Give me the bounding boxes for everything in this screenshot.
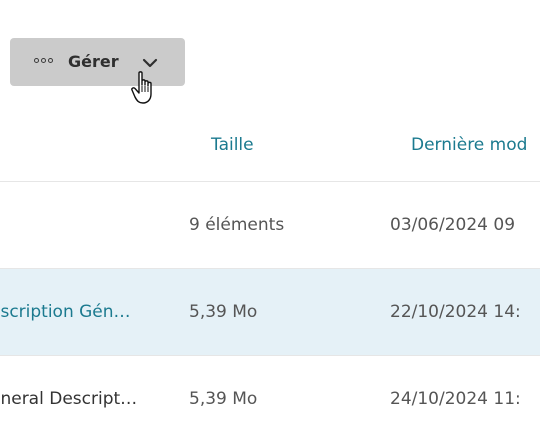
row-size: 5,39 Mo [189, 302, 258, 322]
column-header-modified[interactable]: Dernière mod [411, 133, 527, 157]
manage-button-label: Gérer [68, 52, 119, 71]
table-row[interactable]: eneral Descript… 5,39 Mo 24/10/2024 11: [0, 356, 540, 436]
row-size: 5,39 Mo [189, 389, 258, 409]
table-row[interactable]: 9 éléments 03/06/2024 09 [0, 182, 540, 268]
table-row-selected[interactable]: escription Gén… 5,39 Mo 22/10/2024 14: [0, 269, 540, 355]
more-dots-icon [34, 58, 53, 63]
file-list-view: Gérer Taille Dernière mod 9 éléments 03/… [0, 0, 540, 436]
row-modified: 24/10/2024 11: [390, 389, 521, 409]
row-modified: 22/10/2024 14: [390, 302, 521, 322]
row-name[interactable]: eneral Descript… [0, 387, 155, 411]
row-size: 9 éléments [189, 215, 285, 235]
hand-cursor-icon [131, 71, 152, 104]
column-header-size[interactable]: Taille [211, 133, 254, 157]
row-modified: 03/06/2024 09 [390, 215, 516, 235]
row-name[interactable]: escription Gén… [0, 300, 155, 324]
